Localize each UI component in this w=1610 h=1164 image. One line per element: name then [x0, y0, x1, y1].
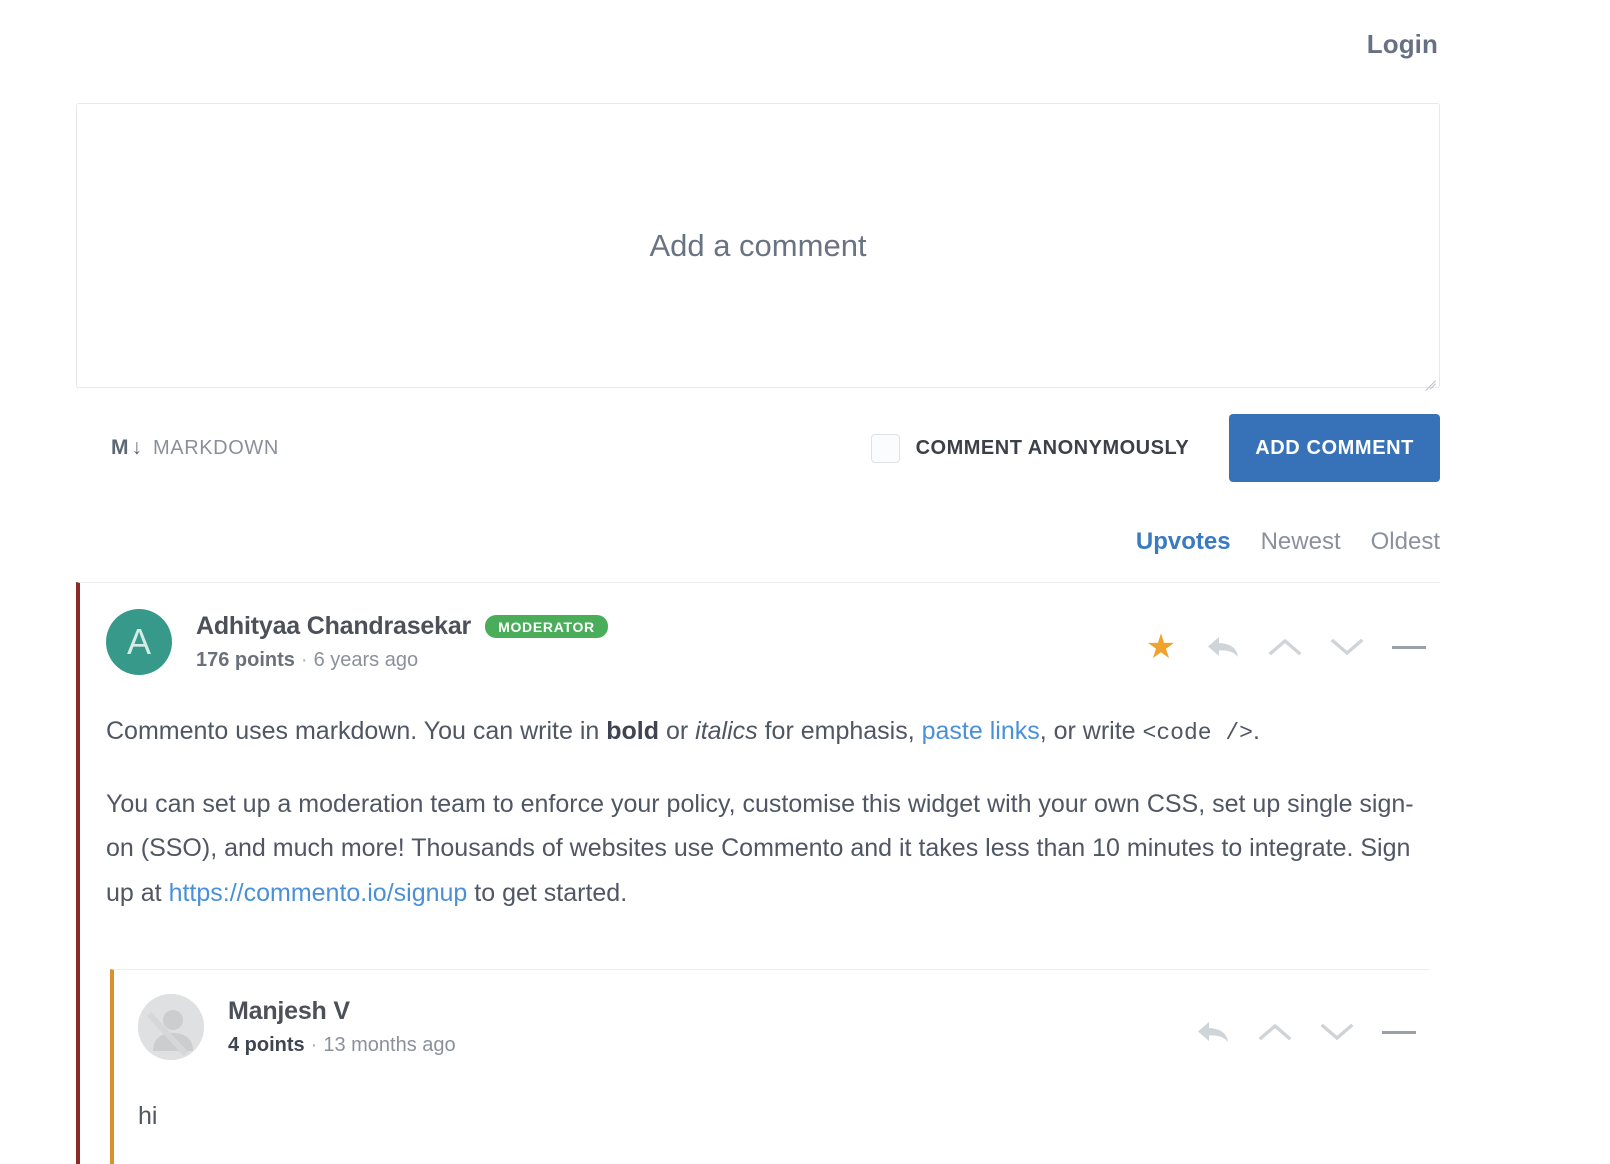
text-fragment: or [659, 717, 696, 745]
comment-body: Commento uses markdown. You can write in… [106, 675, 1440, 1164]
text-fragment: . [1252, 717, 1260, 745]
comment-anonymously-checkbox[interactable] [870, 433, 900, 463]
comment-separator: · [310, 1034, 318, 1057]
comment-actions [1182, 1012, 1430, 1052]
comment-subtitle: 176 points · 6 years ago [196, 649, 608, 672]
paste-links-link[interactable]: paste links [922, 717, 1040, 745]
comment-paragraph-2: You can set up a moderation team to enfo… [106, 782, 1430, 916]
composer-right-group: COMMENT ANONYMOUSLY ADD COMMENT [870, 414, 1440, 482]
text-fragment: to get started. [467, 878, 628, 907]
collapse-dash [1392, 645, 1426, 649]
reply-icon[interactable] [1182, 1012, 1244, 1052]
upvote-icon[interactable] [1254, 627, 1316, 667]
sort-option-upvotes[interactable]: Upvotes [1136, 528, 1231, 556]
avatar[interactable] [138, 994, 204, 1061]
comment-textarea-placeholder: Add a comment [649, 227, 867, 263]
comment-name-row: Adhityaa Chandrasekar MODERATOR [196, 612, 608, 641]
markdown-glyph-arrow: ↓ [131, 436, 143, 459]
markdown-icon: M ↓ [111, 436, 143, 460]
comment-paragraph-1: Commento uses markdown. You can write in… [106, 709, 1430, 754]
comment-author[interactable]: Manjesh V [228, 997, 350, 1026]
markdown-toggle[interactable]: M ↓ MARKDOWN [76, 436, 279, 460]
comment-textarea[interactable]: Add a comment [76, 103, 1440, 388]
collapse-dash [1382, 1030, 1416, 1034]
upvote-icon[interactable] [1244, 1012, 1306, 1052]
downvote-icon[interactable] [1306, 1012, 1368, 1052]
comment-header: A Adhityaa Chandrasekar MODERATOR 176 po… [106, 609, 1440, 675]
collapse-icon[interactable] [1368, 1012, 1430, 1052]
inline-code: <code /> [1142, 720, 1253, 746]
comment-body: hi [138, 1060, 1430, 1164]
comment-list: A Adhityaa Chandrasekar MODERATOR 176 po… [76, 582, 1440, 1164]
login-link[interactable]: Login [1367, 29, 1438, 60]
comment-header: Manjesh V 4 points · 13 months ago [138, 994, 1430, 1061]
comment-children: Manjesh V 4 points · 13 months ago hi [106, 915, 1430, 1164]
comment-points: 176 points [196, 649, 295, 671]
text-fragment: for emphasis, [757, 717, 922, 745]
sort-option-oldest[interactable]: Oldest [1371, 528, 1440, 556]
reply-icon[interactable] [1192, 627, 1254, 667]
comment-children [138, 1139, 1420, 1164]
comment-author[interactable]: Adhityaa Chandrasekar [196, 612, 471, 641]
comment-points: 4 points [228, 1034, 305, 1057]
comment-paragraph-1: hi [138, 1102, 158, 1131]
signup-link[interactable]: https://commento.io/signup [169, 879, 468, 907]
comment-timestamp: 6 years ago [313, 649, 419, 671]
sort-option-newest[interactable]: Newest [1261, 528, 1341, 556]
comment-separator: · [300, 649, 308, 671]
bold-text: bold [606, 717, 660, 745]
comment-card: Manjesh V 4 points · 13 months ago hi [110, 969, 1430, 1164]
comment-anonymously-toggle[interactable]: COMMENT ANONYMOUSLY [870, 433, 1190, 463]
comment-meta: Adhityaa Chandrasekar MODERATOR 176 poin… [196, 609, 608, 672]
comment-subtitle: 4 points · 13 months ago [228, 1034, 456, 1057]
sort-controls: Upvotes Newest Oldest [76, 528, 1440, 556]
collapse-icon[interactable] [1378, 627, 1440, 667]
comment-anonymously-label: COMMENT ANONYMOUSLY [915, 436, 1190, 459]
avatar[interactable]: A [106, 609, 172, 675]
italic-text: italics [695, 717, 758, 745]
commento-widget: Login Add a comment M ↓ MARKDOWN COMMENT … [0, 0, 1610, 1164]
comment-name-row: Manjesh V [228, 997, 456, 1026]
downvote-icon[interactable] [1316, 627, 1378, 667]
comment-actions: ★ [1130, 627, 1440, 667]
comment-meta: Manjesh V 4 points · 13 months ago [228, 994, 456, 1057]
text-fragment: Commento uses markdown. You can write in [106, 717, 607, 745]
avatar-initial: A [126, 621, 151, 662]
comment-timestamp: 13 months ago [323, 1034, 456, 1057]
text-fragment: , or write [1039, 717, 1143, 745]
comment-card: A Adhityaa Chandrasekar MODERATOR 176 po… [76, 582, 1440, 1164]
textarea-resize-handle[interactable] [1422, 370, 1436, 384]
star-glyph: ★ [1145, 628, 1177, 666]
login-row: Login [0, 0, 1610, 88]
composer-toolbar: M ↓ MARKDOWN COMMENT ANONYMOUSLY ADD COMM… [76, 410, 1440, 486]
star-icon[interactable]: ★ [1130, 627, 1192, 667]
moderator-badge: MODERATOR [485, 615, 608, 638]
comment-composer: Add a comment M ↓ MARKDOWN COMMENT ANONYM… [76, 103, 1440, 486]
add-comment-button[interactable]: ADD COMMENT [1229, 414, 1440, 482]
anonymous-avatar-icon [138, 994, 204, 1061]
markdown-label: MARKDOWN [153, 436, 279, 459]
markdown-glyph-m: M [111, 436, 130, 459]
